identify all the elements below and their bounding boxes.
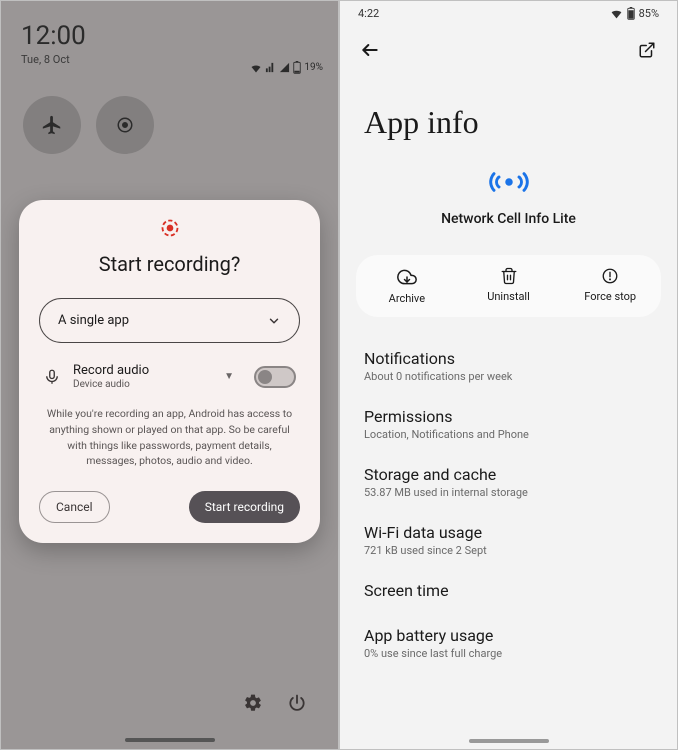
nav-pill[interactable] bbox=[469, 739, 549, 743]
app-icon bbox=[489, 167, 529, 201]
setting-notifications[interactable]: Notifications About 0 notifications per … bbox=[364, 337, 653, 395]
setting-sub: 721 kB used since 2 Sept bbox=[364, 544, 653, 557]
open-external-icon bbox=[638, 41, 656, 59]
signal-icon bbox=[265, 62, 276, 73]
record-audio-row: Record audio Device audio ▼ bbox=[39, 363, 300, 390]
battery-icon bbox=[293, 61, 301, 74]
setting-battery[interactable]: App battery usage 0% use since last full… bbox=[364, 614, 653, 672]
power-icon bbox=[287, 693, 307, 713]
signal-icon bbox=[279, 62, 290, 73]
battery-percent: 85% bbox=[639, 7, 659, 20]
force-stop-label: Force stop bbox=[584, 290, 636, 303]
setting-title: Notifications bbox=[364, 349, 653, 368]
mic-icon bbox=[43, 368, 61, 386]
wifi-icon bbox=[610, 7, 623, 20]
uninstall-label: Uninstall bbox=[487, 290, 530, 303]
power-button[interactable] bbox=[281, 687, 313, 719]
record-icon bbox=[39, 218, 300, 238]
setting-wifi[interactable]: Wi-Fi data usage 721 kB used since 2 Sep… bbox=[364, 511, 653, 569]
setting-sub: Location, Notifications and Phone bbox=[364, 428, 653, 441]
chevron-down-icon bbox=[267, 314, 281, 328]
clock: 12:00 bbox=[21, 21, 86, 51]
start-recording-dialog: Start recording? A single app Record aud… bbox=[19, 200, 320, 543]
dialog-buttons: Cancel Start recording bbox=[39, 491, 300, 523]
back-arrow-icon bbox=[360, 40, 380, 60]
wifi-icon bbox=[250, 62, 262, 74]
page-title: App info bbox=[340, 70, 677, 159]
status-bar: 4:22 85% bbox=[340, 1, 677, 24]
qs-location-tile[interactable] bbox=[96, 96, 154, 154]
setting-storage[interactable]: Storage and cache 53.87 MB used in inter… bbox=[364, 453, 653, 511]
screen-left-quicksettings: 12:00 Tue, 8 Oct 19% Start r bbox=[0, 0, 339, 750]
setting-permissions[interactable]: Permissions Location, Notifications and … bbox=[364, 395, 653, 453]
settings-list: Notifications About 0 notifications per … bbox=[340, 337, 677, 672]
uninstall-button[interactable]: Uninstall bbox=[458, 255, 560, 317]
nav-pill[interactable] bbox=[125, 738, 215, 742]
status-icons: 19% bbox=[250, 61, 323, 74]
qs-airplane-tile[interactable] bbox=[23, 96, 81, 154]
clock: 4:22 bbox=[358, 7, 379, 20]
settings-button[interactable] bbox=[237, 687, 269, 719]
audio-source-caret-icon[interactable]: ▼ bbox=[224, 371, 234, 382]
screen-right-appinfo: 4:22 85% App info Network Cell Info Lite bbox=[339, 0, 678, 750]
setting-sub: 53.87 MB used in internal storage bbox=[364, 486, 653, 499]
gear-icon bbox=[243, 693, 263, 713]
archive-label: Archive bbox=[389, 292, 425, 305]
setting-title: Storage and cache bbox=[364, 465, 653, 484]
battery-icon bbox=[627, 7, 635, 20]
quick-settings-row bbox=[23, 96, 154, 154]
setting-sub: 0% use since last full charge bbox=[364, 647, 653, 660]
audio-sub: Device audio bbox=[73, 379, 212, 390]
alert-icon bbox=[601, 267, 619, 285]
open-external-button[interactable] bbox=[637, 40, 657, 60]
dropdown-value: A single app bbox=[58, 313, 129, 328]
setting-sub: About 0 notifications per week bbox=[364, 370, 653, 383]
record-audio-toggle[interactable] bbox=[254, 366, 296, 388]
battery-percent: 19% bbox=[304, 62, 323, 73]
app-bar bbox=[340, 24, 677, 70]
setting-title: App battery usage bbox=[364, 626, 653, 645]
dialog-title: Start recording? bbox=[39, 252, 300, 276]
status-bar: 12:00 Tue, 8 Oct 19% bbox=[21, 21, 323, 74]
app-header: Network Cell Info Lite bbox=[340, 159, 677, 247]
signal-app-icon bbox=[489, 167, 529, 197]
airplane-icon bbox=[41, 114, 63, 136]
bottom-controls bbox=[237, 687, 313, 719]
record-scope-dropdown[interactable]: A single app bbox=[39, 298, 300, 343]
setting-title: Screen time bbox=[364, 581, 653, 600]
force-stop-button[interactable]: Force stop bbox=[559, 255, 661, 317]
cancel-button[interactable]: Cancel bbox=[39, 491, 110, 523]
trash-icon bbox=[500, 267, 518, 285]
cloud-archive-icon bbox=[397, 267, 417, 287]
archive-button[interactable]: Archive bbox=[356, 255, 458, 317]
app-name: Network Cell Info Lite bbox=[441, 211, 576, 227]
back-button[interactable] bbox=[360, 40, 380, 60]
date: Tue, 8 Oct bbox=[21, 53, 86, 66]
setting-title: Permissions bbox=[364, 407, 653, 426]
target-icon bbox=[116, 116, 134, 134]
toggle-thumb bbox=[258, 370, 272, 384]
disclaimer-text: While you're recording an app, Android h… bbox=[39, 406, 300, 469]
setting-title: Wi-Fi data usage bbox=[364, 523, 653, 542]
audio-label: Record audio bbox=[73, 363, 212, 378]
action-row: Archive Uninstall Force stop bbox=[356, 255, 661, 317]
setting-screen-time[interactable]: Screen time bbox=[364, 569, 653, 614]
start-recording-button[interactable]: Start recording bbox=[189, 491, 300, 523]
